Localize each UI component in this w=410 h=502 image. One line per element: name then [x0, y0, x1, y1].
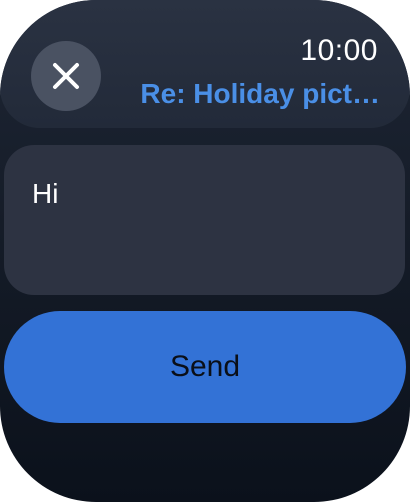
status-time: 10:00 [300, 34, 378, 67]
header-bar: 10:00 Re: Holiday pict… [0, 0, 410, 128]
message-text: Hi [32, 178, 59, 209]
send-button[interactable]: Send [4, 311, 406, 423]
close-button[interactable] [31, 41, 101, 111]
watch-screen: 10:00 Re: Holiday pict… Hi Send [0, 0, 410, 502]
close-icon [52, 62, 80, 90]
send-button-label: Send [169, 350, 241, 383]
message-field[interactable]: Hi [4, 145, 405, 295]
message-subject: Re: Holiday pict… [140, 78, 380, 109]
